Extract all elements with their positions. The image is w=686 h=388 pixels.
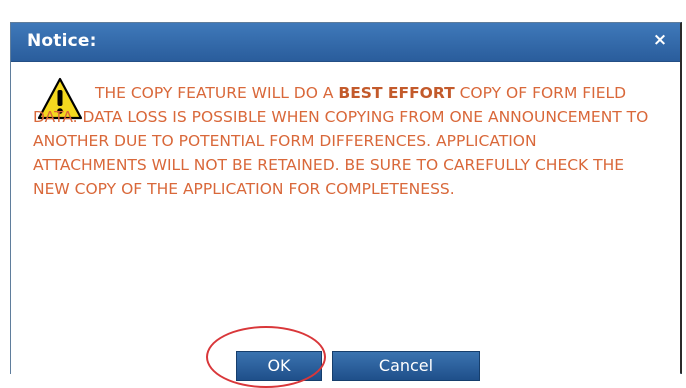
dialog-titlebar: Notice: ×	[11, 23, 680, 62]
ok-button[interactable]: OK	[236, 351, 322, 381]
message-part1: THE COPY FEATURE WILL DO A	[95, 84, 339, 102]
screenshot-frame: Notice: × THE COPY FEATURE WILL DO A BES…	[0, 0, 686, 388]
dialog-title: Notice:	[27, 31, 97, 51]
notice-dialog: Notice: × THE COPY FEATURE WILL DO A BES…	[10, 22, 682, 388]
message-emphasis: BEST EFFORT	[338, 84, 455, 102]
cancel-button[interactable]: Cancel	[332, 351, 480, 381]
notice-message: THE COPY FEATURE WILL DO A BEST EFFORT C…	[33, 81, 653, 201]
close-icon[interactable]: ×	[650, 30, 670, 50]
dialog-body: THE COPY FEATURE WILL DO A BEST EFFORT C…	[11, 62, 680, 388]
